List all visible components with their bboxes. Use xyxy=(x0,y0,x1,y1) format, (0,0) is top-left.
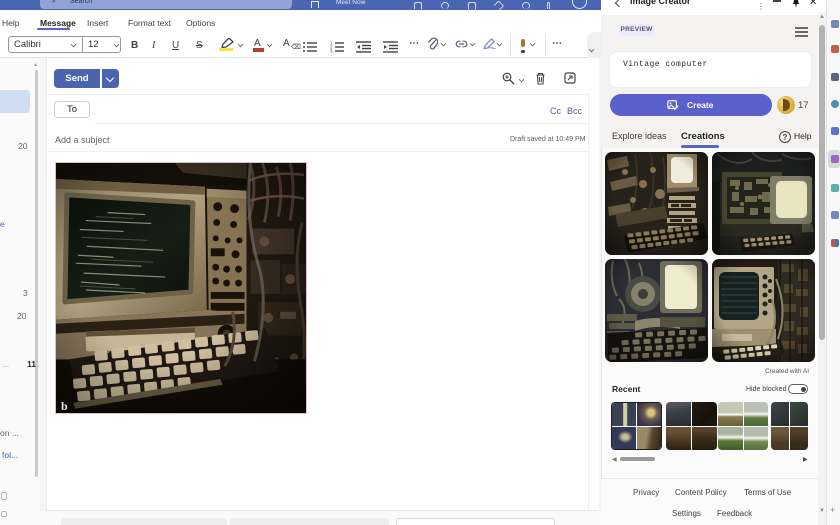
svg-text:b: b xyxy=(61,399,68,413)
svg-text:3: 3 xyxy=(330,49,333,54)
